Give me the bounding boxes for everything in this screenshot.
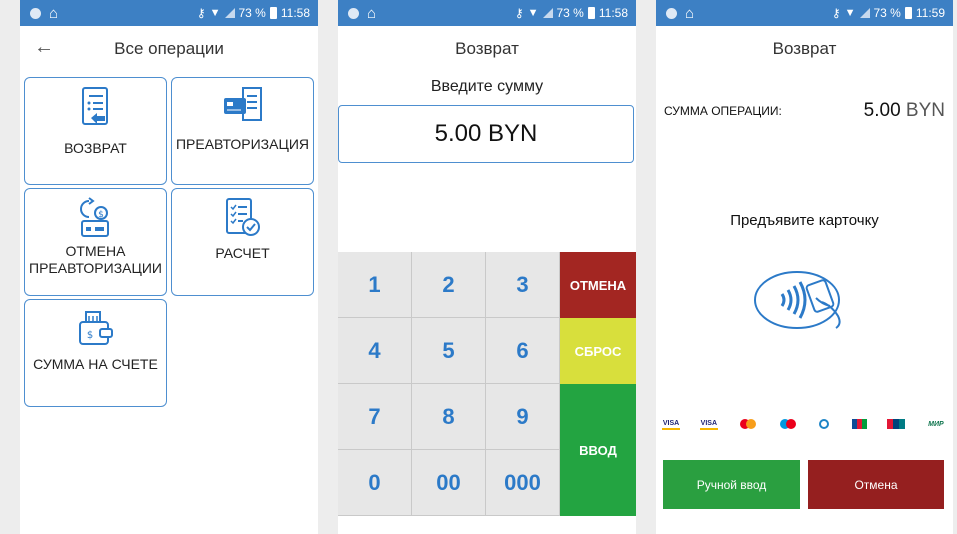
notification-dot-icon bbox=[666, 7, 677, 19]
status-bar: ⌂ ⚷ ▼ 73 % 11:58 bbox=[20, 0, 318, 26]
sum-currency: BYN bbox=[905, 100, 945, 121]
home-app-icon: ⌂ bbox=[685, 4, 695, 22]
page-title: Все операции bbox=[114, 39, 224, 58]
mir-logo: МИР bbox=[928, 420, 944, 428]
tile-cancel-preauthorization-label: ОТМЕНА ПРЕАВТОРИЗАЦИИ bbox=[29, 243, 162, 276]
cancel-preauth-icon: $ bbox=[79, 197, 109, 237]
home-app-icon: ⌂ bbox=[49, 4, 59, 22]
vpn-key-icon: ⚷ bbox=[196, 6, 206, 20]
operations-screen: ⌂ ⚷ ▼ 73 % 11:58 ← Все операции ВОЗВРАТ ПРЕ… bbox=[20, 0, 318, 534]
key-5[interactable]: 5 bbox=[412, 318, 486, 384]
battery-percent: 73 % bbox=[873, 6, 901, 20]
status-bar: ⌂ ⚷ ▼ 73 % 11:58 bbox=[338, 0, 636, 26]
cancel-key[interactable]: ОТМЕНА bbox=[560, 252, 636, 318]
tile-preauthorization[interactable]: ПРЕАВТОРИЗАЦИЯ bbox=[171, 77, 314, 185]
notification-dot-icon bbox=[30, 7, 41, 19]
wifi-icon: ▼ bbox=[844, 7, 856, 19]
tile-settlement[interactable]: РАСЧЕТ bbox=[171, 188, 314, 296]
signal-icon bbox=[859, 8, 870, 18]
status-bar: ⌂ ⚷ ▼ 73 % 11:59 bbox=[656, 0, 953, 26]
operation-sum-label: СУММА ОПЕРАЦИИ: bbox=[664, 104, 782, 118]
clock: 11:59 bbox=[915, 6, 945, 20]
wifi-icon: ▼ bbox=[527, 7, 539, 19]
tile-refund[interactable]: ВОЗВРАТ bbox=[24, 77, 167, 185]
battery-icon bbox=[587, 7, 595, 19]
payment-logos: VISA VISA МИР bbox=[662, 418, 947, 430]
key-3[interactable]: 3 bbox=[486, 252, 560, 318]
key-0[interactable]: 0 bbox=[338, 450, 412, 516]
card-receipt-icon bbox=[223, 87, 262, 121]
battery-icon bbox=[904, 7, 912, 19]
key-00[interactable]: 00 bbox=[412, 450, 486, 516]
cancel-button[interactable]: Отмена bbox=[808, 460, 944, 509]
key-4[interactable]: 4 bbox=[338, 318, 412, 384]
mastercard-logo bbox=[738, 418, 758, 430]
key-6[interactable]: 6 bbox=[486, 318, 560, 384]
battery-icon bbox=[269, 7, 277, 19]
clock: 11:58 bbox=[598, 6, 628, 20]
tile-account-balance-label: СУММА НА СЧЕТЕ bbox=[33, 356, 158, 372]
tile-settlement-label: РАСЧЕТ bbox=[215, 245, 270, 261]
title-bar: ← Все операции bbox=[20, 26, 318, 72]
checklist-icon bbox=[225, 198, 260, 236]
unionpay-logo bbox=[887, 418, 906, 430]
contactless-icon bbox=[754, 271, 841, 329]
clock: 11:58 bbox=[280, 6, 310, 20]
wallet-icon: $ bbox=[78, 311, 113, 345]
operation-sum-value: 5.00 BYN bbox=[864, 100, 945, 122]
tile-cancel-preauthorization[interactable]: $ ОТМЕНА ПРЕАВТОРИЗАЦИИ bbox=[24, 188, 167, 296]
page-title: Возврат bbox=[455, 39, 519, 58]
key-1[interactable]: 1 bbox=[338, 252, 412, 318]
operation-sum-row: СУММА ОПЕРАЦИИ: 5.00 BYN bbox=[664, 100, 945, 122]
refund-doc-icon bbox=[81, 87, 108, 125]
notification-dot-icon bbox=[348, 7, 359, 19]
amount-display[interactable]: 5.00 BYN bbox=[338, 105, 634, 163]
vpn-key-icon: ⚷ bbox=[831, 6, 841, 20]
present-card-text: Предъявите карточку bbox=[730, 212, 879, 229]
maestro-logo bbox=[778, 418, 798, 430]
sum-amount: 5.00 bbox=[863, 100, 901, 121]
tile-account-balance[interactable]: $ СУММА НА СЧЕТЕ bbox=[24, 299, 167, 407]
visa-logo: VISA bbox=[662, 418, 680, 430]
key-000[interactable]: 000 bbox=[486, 450, 560, 516]
key-9[interactable]: 9 bbox=[486, 384, 560, 450]
amount-entry-screen: ⌂ ⚷ ▼ 73 % 11:58 Возврат Введите сумму 5.00… bbox=[338, 0, 636, 534]
title-bar: Возврат bbox=[338, 26, 636, 72]
tile-refund-label: ВОЗВРАТ bbox=[64, 140, 127, 156]
home-app-icon: ⌂ bbox=[367, 4, 377, 22]
key-2[interactable]: 2 bbox=[412, 252, 486, 318]
signal-icon bbox=[542, 8, 553, 18]
manual-entry-button[interactable]: Ручной ввод bbox=[663, 460, 800, 509]
title-bar: Возврат bbox=[656, 26, 953, 72]
battery-percent: 73 % bbox=[556, 6, 584, 20]
belkart-logo bbox=[817, 418, 831, 430]
enter-key[interactable]: ВВОД bbox=[560, 384, 636, 516]
jcb-logo bbox=[851, 418, 867, 430]
key-7[interactable]: 7 bbox=[338, 384, 412, 450]
svg-text:$: $ bbox=[86, 330, 92, 341]
key-8[interactable]: 8 bbox=[412, 384, 486, 450]
svg-text:$: $ bbox=[98, 210, 104, 220]
battery-percent: 73 % bbox=[238, 6, 266, 20]
wifi-icon: ▼ bbox=[209, 7, 221, 19]
present-card-screen: ⌂ ⚷ ▼ 73 % 11:59 Возврат СУММА ОПЕРАЦИИ: 5.… bbox=[656, 0, 953, 534]
reset-key[interactable]: СБРОС bbox=[560, 318, 636, 384]
visa-electron-logo: VISA bbox=[699, 418, 718, 430]
back-arrow-icon[interactable]: ← bbox=[34, 36, 54, 59]
vpn-key-icon: ⚷ bbox=[514, 6, 524, 20]
signal-icon bbox=[224, 8, 235, 18]
page-title: Возврат bbox=[772, 39, 837, 58]
amount-prompt: Введите сумму bbox=[430, 78, 544, 95]
tile-preauthorization-label: ПРЕАВТОРИЗАЦИЯ bbox=[175, 136, 309, 152]
